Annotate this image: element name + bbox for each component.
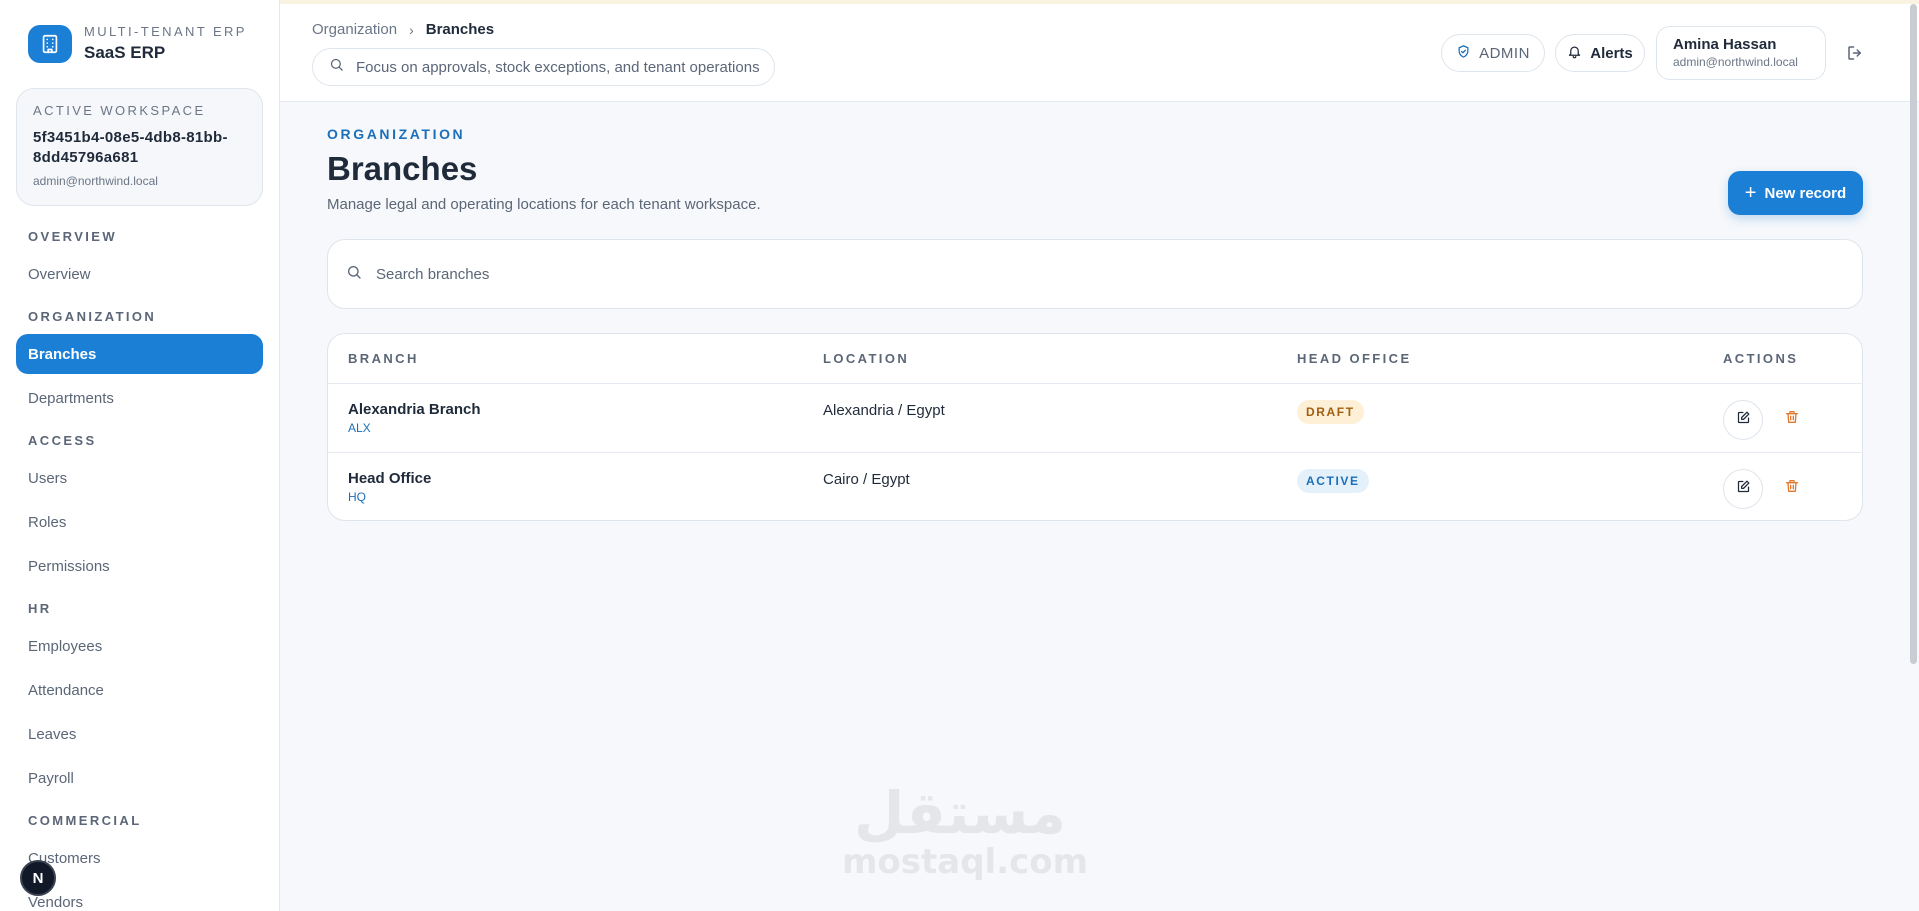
edit-icon [1736,410,1751,430]
role-pill[interactable]: ADMIN [1441,34,1545,72]
search-icon [346,264,362,285]
watermark-arabic: مستقل [853,779,1067,847]
sidebar-item-branches[interactable]: Branches [16,334,263,374]
page-kicker: ORGANIZATION [327,126,466,142]
branch-location: Alexandria / Egypt [823,402,945,419]
top-header: Organization › Branches Focus on approva… [280,4,1919,102]
workspace-label: ACTIVE WORKSPACE [33,103,206,118]
nav-section-overview: OVERVIEW [28,229,118,244]
sidebar-item-departments[interactable]: Departments [16,378,263,418]
branch-code: HQ [348,490,366,504]
sidebar-item-users[interactable]: Users [16,458,263,498]
dev-tools-badge[interactable]: N [20,860,56,896]
alerts-button[interactable]: Alerts [1555,34,1645,72]
brand-name: SaaS ERP [84,43,166,62]
trash-icon[interactable] [1784,477,1800,500]
sidebar-item-permissions[interactable]: Permissions [16,546,263,586]
sidebar-item-roles[interactable]: Roles [16,502,263,542]
user-name: Amina Hassan [1673,36,1777,53]
search-icon [329,57,344,77]
page-title: Branches [327,150,478,187]
focus-text: Focus on approvals, stock exceptions, an… [356,58,760,76]
status-badge: DRAFT [1297,400,1364,424]
sidebar-item-payroll[interactable]: Payroll [16,758,263,798]
brand[interactable]: MULTI-TENANT ERP SaaS ERP [28,24,247,63]
watermark: مستقل mostaql.com [842,778,1089,882]
new-record-label: New record [1764,184,1847,202]
sidebar-item-attendance[interactable]: Attendance [16,670,263,710]
user-email: admin@northwind.local [1673,55,1798,69]
nav-section-commercial: COMMERCIAL [28,813,142,828]
chevron-right-icon: › [409,21,414,38]
branch-name: Head Office [348,470,432,487]
nav-section-access: ACCESS [28,433,97,448]
branches-table: BRANCH LOCATION HEAD OFFICE ACTIONS Alex… [327,333,1863,521]
plus-icon: + [1744,182,1757,204]
column-header-location: LOCATION [823,351,910,366]
column-header-head-office: HEAD OFFICE [1297,351,1412,366]
building-icon [28,24,72,63]
shield-check-icon [1456,44,1471,63]
branch-search-input[interactable]: Search branches [327,239,1863,309]
sidebar-item-leaves[interactable]: Leaves [16,714,263,754]
edit-button[interactable] [1723,469,1763,509]
watermark-latin: mostaql.com [842,842,1089,882]
branch-code: ALX [348,421,371,435]
role-label: ADMIN [1479,44,1530,62]
branch-location: Cairo / Egypt [823,471,910,488]
new-record-button[interactable]: + New record [1728,171,1863,215]
active-workspace-card[interactable]: ACTIVE WORKSPACE 5f3451b4-08e5-4db8-81bb… [16,88,263,206]
alerts-label: Alerts [1590,44,1633,62]
status-badge: ACTIVE [1297,469,1369,493]
branch-name: Alexandria Branch [348,401,481,418]
nav-section-hr: HR [28,601,52,616]
logout-icon[interactable] [1846,44,1864,67]
sidebar-item-overview[interactable]: Overview [16,254,263,294]
table-row[interactable]: Alexandria Branch ALX Alexandria / Egypt… [328,383,1862,452]
trash-icon[interactable] [1784,408,1800,431]
column-header-actions: ACTIONS [1723,351,1799,366]
workspace-email: admin@northwind.local [33,174,158,188]
workspace-id: 5f3451b4-08e5-4db8-81bb-8dd45796a681 [33,129,228,166]
breadcrumb-root[interactable]: Organization [312,21,397,38]
breadcrumb-current: Branches [425,21,495,38]
user-menu[interactable]: Amina Hassan admin@northwind.local [1656,26,1826,80]
page-subtitle: Manage legal and operating locations for… [327,196,761,213]
column-header-branch: BRANCH [348,351,419,366]
sidebar: MULTI-TENANT ERP SaaS ERP ACTIVE WORKSPA… [0,0,280,911]
scrollbar[interactable] [1910,4,1917,664]
search-placeholder: Search branches [376,265,490,283]
focus-search-bar[interactable]: Focus on approvals, stock exceptions, an… [312,48,775,86]
edit-icon [1736,479,1751,499]
bell-icon [1567,44,1582,63]
nav-section-organization: ORGANIZATION [28,309,157,324]
table-row[interactable]: Head Office HQ Cairo / Egypt ACTIVE [328,452,1862,520]
brand-kicker: MULTI-TENANT ERP [84,24,247,39]
breadcrumb: Organization › Branches [312,21,494,38]
sidebar-item-employees[interactable]: Employees [16,626,263,666]
edit-button[interactable] [1723,400,1763,440]
